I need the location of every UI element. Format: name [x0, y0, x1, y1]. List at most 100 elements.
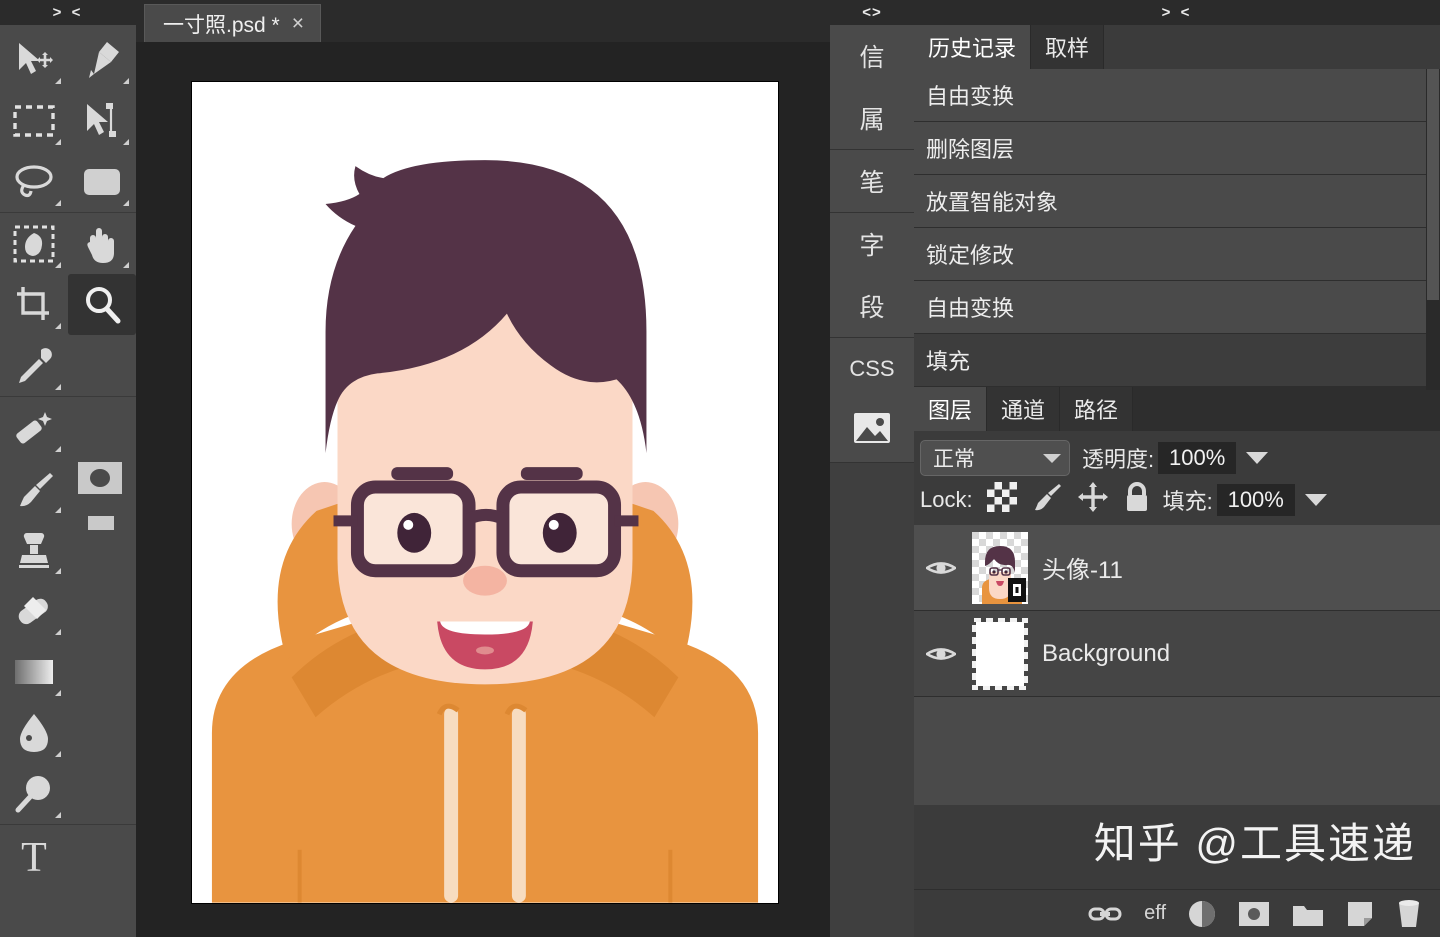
- history-item-label: 放置智能对象: [926, 190, 1059, 215]
- marquee-tool[interactable]: [0, 90, 68, 151]
- opacity-input[interactable]: 100%: [1158, 442, 1237, 474]
- blend-opacity-row: 正常 透明度: 100%: [920, 437, 1440, 479]
- sidebar-item-label: CSS: [849, 356, 895, 381]
- fill-input[interactable]: 100%: [1216, 484, 1295, 516]
- sidebar-item-library[interactable]: [830, 400, 914, 462]
- sidebar-item-character[interactable]: 字: [830, 213, 914, 275]
- lock-transparent-pixels-icon[interactable]: [986, 482, 1017, 518]
- history-item[interactable]: 锁定修改: [914, 228, 1440, 281]
- history-item-label: 删除图层: [926, 137, 1015, 162]
- tab-history[interactable]: 历史记录: [914, 25, 1032, 69]
- history-item[interactable]: 自由变换: [914, 281, 1440, 334]
- tab-sampling[interactable]: 取样: [1031, 25, 1105, 69]
- table-row[interactable]: Background: [914, 611, 1440, 697]
- layer-name[interactable]: Background: [1042, 640, 1170, 668]
- opacity-chevron-down-icon[interactable]: [1246, 452, 1269, 464]
- document-tab[interactable]: 一寸照.psd * ×: [144, 4, 321, 42]
- layer-visibility-icon[interactable]: [924, 558, 958, 578]
- layer-effects-button[interactable]: eff: [1144, 902, 1166, 925]
- eyedropper-tool[interactable]: [0, 335, 68, 396]
- document-tab-bar: 一寸照.psd * ×: [136, 0, 830, 42]
- lock-position-icon[interactable]: [1077, 481, 1109, 519]
- blur-tool[interactable]: [0, 702, 68, 763]
- tools-panel-collapse[interactable]: > <: [0, 0, 136, 25]
- layer-visibility-icon[interactable]: [924, 644, 958, 664]
- sidebar-item-paragraph[interactable]: 段: [830, 275, 914, 337]
- crop-tool[interactable]: [0, 274, 68, 335]
- history-item[interactable]: 删除图层: [914, 122, 1440, 175]
- document-tab-title: 一寸照.psd *: [163, 13, 280, 37]
- history-item[interactable]: 填充: [914, 334, 1440, 387]
- sidebar-item-properties[interactable]: 属: [830, 87, 914, 149]
- canvas-viewport[interactable]: [136, 42, 830, 937]
- tab-paths[interactable]: 路径: [1060, 387, 1134, 431]
- tool-more-indicator: [55, 384, 61, 390]
- screen-mode-button[interactable]: [88, 516, 114, 530]
- pen-tool[interactable]: [68, 29, 136, 90]
- quick-mask-slot: [68, 397, 136, 458]
- delete-layer-button[interactable]: [1396, 899, 1422, 929]
- sidebar-item-label: 信: [859, 44, 885, 72]
- lock-image-pixels-icon[interactable]: [1031, 481, 1063, 519]
- healing-brush-tool[interactable]: [0, 397, 68, 458]
- sidebar-item-label: 段: [859, 294, 885, 322]
- table-row[interactable]: 头像-11: [914, 525, 1440, 611]
- icon-dock-collapse[interactable]: <>: [830, 0, 914, 25]
- fill-chevron-down-icon[interactable]: [1304, 494, 1327, 506]
- layer-thumbnail-avatar[interactable]: [972, 531, 1028, 604]
- new-layer-button[interactable]: [1346, 900, 1374, 928]
- tool-more-indicator: [55, 262, 61, 268]
- history-item[interactable]: 自由变换: [914, 69, 1440, 122]
- history-scrollbar[interactable]: [1426, 69, 1440, 390]
- tools-grid: T: [0, 25, 136, 886]
- history-item[interactable]: 放置智能对象: [914, 175, 1440, 228]
- tab-label: 图层: [928, 398, 973, 423]
- adjustment-layer-button[interactable]: [1188, 900, 1216, 928]
- eraser-tool[interactable]: [0, 580, 68, 641]
- sidebar-item-brush[interactable]: 笔: [830, 150, 914, 212]
- right-dock-collapse-label: > <: [1161, 4, 1193, 21]
- tab-channels[interactable]: 通道: [987, 387, 1061, 431]
- tab-label: 通道: [1001, 398, 1046, 423]
- tab-label: 取样: [1045, 36, 1090, 61]
- object-selection-tool[interactable]: [0, 213, 68, 274]
- hand-tool[interactable]: [68, 213, 136, 274]
- quick-mask-button[interactable]: [78, 462, 122, 494]
- watermark-text: 知乎 @工具速递: [1093, 820, 1416, 867]
- lock-label: Lock:: [920, 487, 973, 512]
- sidebar-item-info[interactable]: 信: [830, 25, 914, 87]
- fill-label: 填充:: [1162, 489, 1213, 514]
- brush-tool[interactable]: [0, 458, 68, 519]
- type-tool[interactable]: T: [0, 825, 68, 886]
- link-layers-button[interactable]: [1088, 903, 1122, 925]
- blend-mode-select[interactable]: 正常: [920, 440, 1070, 476]
- history-scrollbar-thumb[interactable]: [1427, 69, 1439, 300]
- tool-more-indicator: [55, 200, 61, 206]
- layer-name[interactable]: 头像-11: [1042, 550, 1123, 585]
- path-selection-tool[interactable]: [68, 90, 136, 151]
- layer-mask-button[interactable]: [1238, 901, 1270, 927]
- right-dock-collapse[interactable]: > <: [914, 0, 1440, 25]
- document-area: 一寸照.psd * ×: [136, 0, 830, 937]
- tool-more-indicator: [55, 568, 61, 574]
- lasso-tool[interactable]: [0, 151, 68, 212]
- dock-group-type: 字 段: [830, 213, 914, 338]
- clone-stamp-tool[interactable]: [0, 519, 68, 580]
- close-icon[interactable]: ×: [292, 12, 304, 36]
- sidebar-item-css[interactable]: CSS: [830, 338, 914, 400]
- tab-layers[interactable]: 图层: [914, 387, 988, 431]
- layer-thumbnail-background[interactable]: [972, 617, 1028, 690]
- dodge-tool[interactable]: [0, 763, 68, 824]
- zoom-tool[interactable]: [68, 274, 136, 335]
- layers-panel-tabs: 图层 通道 路径: [914, 387, 1440, 431]
- move-tool[interactable]: [0, 29, 68, 90]
- layers-list: 头像-11 Background: [914, 525, 1440, 805]
- gradient-tool[interactable]: [0, 641, 68, 702]
- lock-all-icon[interactable]: [1123, 481, 1151, 519]
- new-group-button[interactable]: [1292, 901, 1324, 927]
- artboard[interactable]: [191, 81, 779, 904]
- id-photo-artwork: [192, 82, 778, 903]
- shape-tool[interactable]: [68, 151, 136, 212]
